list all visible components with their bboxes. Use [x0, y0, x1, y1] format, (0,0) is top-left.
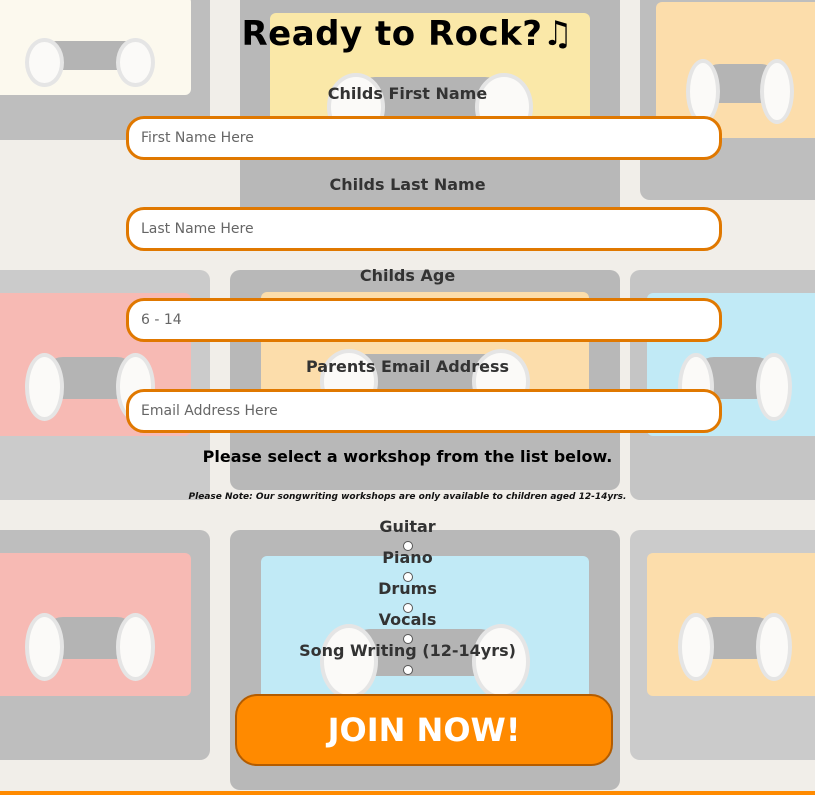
- signup-form: Ready to Rock?♫ Childs First Name Childs…: [0, 0, 815, 795]
- last-name-label: Childs Last Name: [329, 175, 486, 194]
- email-label: Parents Email Address: [306, 357, 509, 376]
- workshop-radio-song-writing[interactable]: [402, 665, 413, 675]
- workshop-option-label: Song Writing (12-14yrs): [299, 641, 516, 660]
- form-title: Ready to Rock?♫: [0, 14, 815, 54]
- footer-accent-bar: [0, 791, 815, 795]
- workshop-option-label: Vocals: [378, 610, 437, 629]
- workshop-option-label: Piano: [382, 548, 433, 567]
- songwriting-note: Please Note: Our songwriting workshops a…: [188, 492, 627, 502]
- age-input[interactable]: [126, 298, 722, 342]
- first-name-label: Childs First Name: [327, 84, 488, 103]
- join-now-button[interactable]: JOIN NOW!: [235, 694, 613, 766]
- email-input[interactable]: [126, 389, 722, 433]
- workshop-option-label: Drums: [378, 579, 437, 598]
- music-note-icon: ♫: [542, 14, 574, 54]
- age-label: Childs Age: [359, 266, 456, 285]
- workshop-option-label: Guitar: [379, 517, 436, 536]
- last-name-input[interactable]: [126, 207, 722, 251]
- form-title-text: Ready to Rock?: [241, 14, 543, 54]
- first-name-input[interactable]: [126, 116, 722, 160]
- workshop-prompt: Please select a workshop from the list b…: [202, 447, 613, 466]
- workshop-option-song-writing: Song Writing (12-14yrs): [0, 642, 815, 679]
